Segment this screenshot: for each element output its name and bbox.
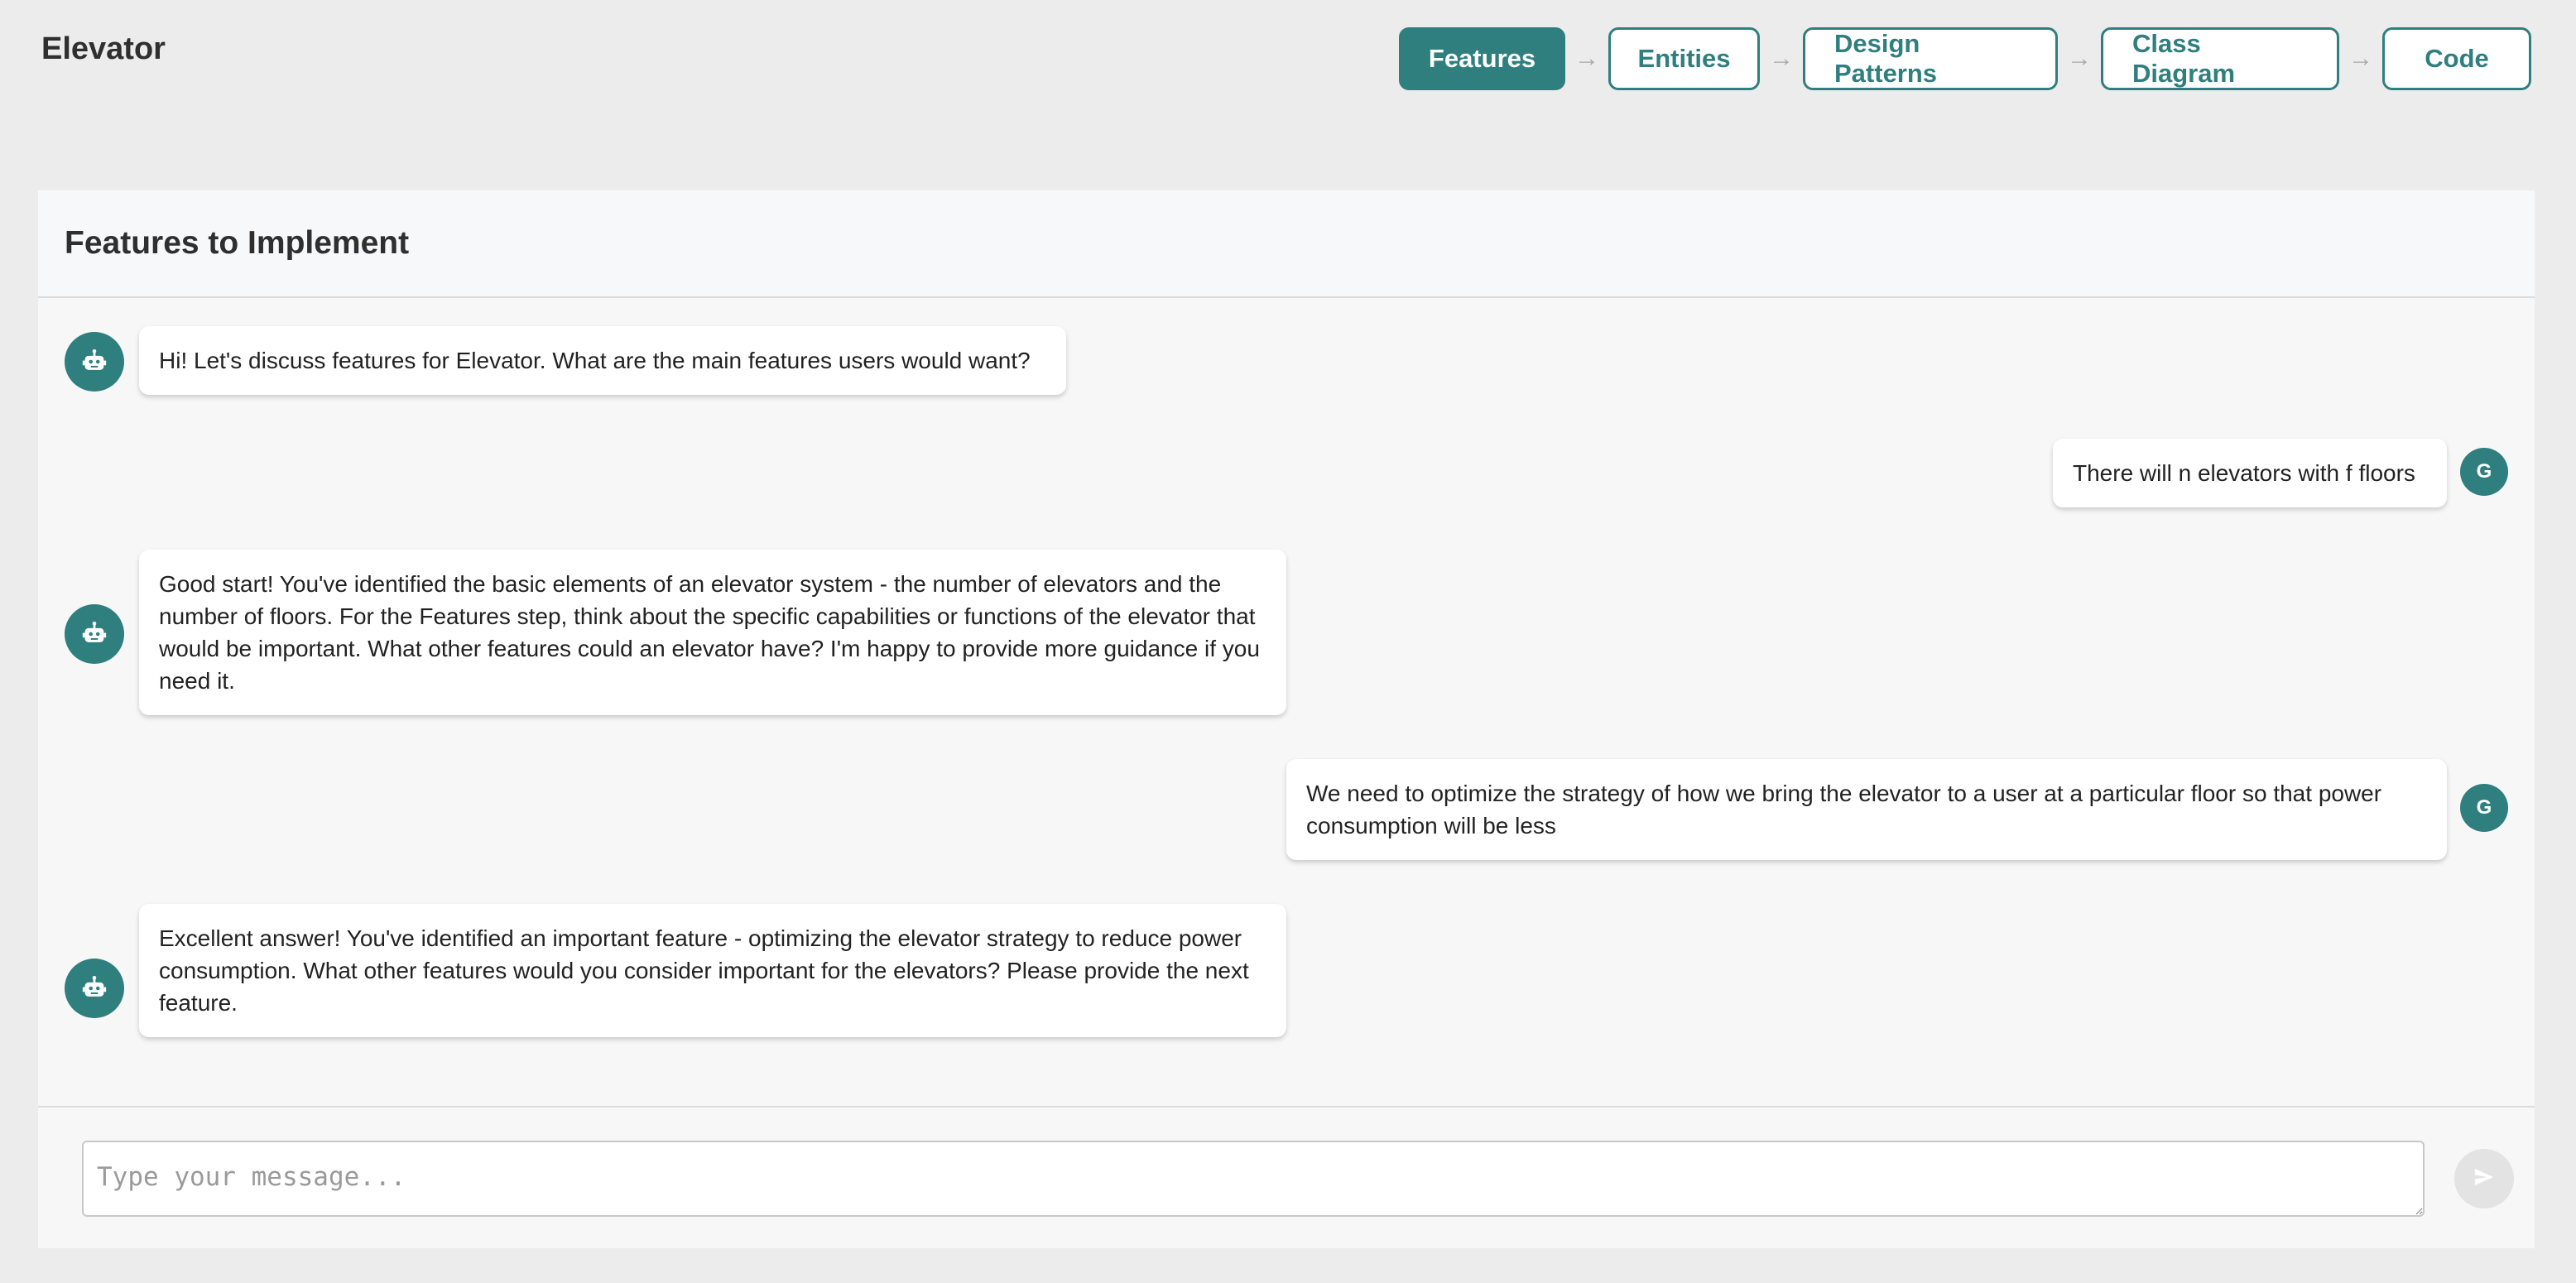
step-arrow-icon: → xyxy=(1769,45,1794,72)
bot-message: Excellent answer! You've identified an i… xyxy=(139,904,1286,1037)
bot-message: Hi! Let's discuss features for Elevator.… xyxy=(139,326,1066,395)
user-avatar: G xyxy=(2460,784,2508,832)
step-code[interactable]: Code xyxy=(2382,27,2531,90)
step-arrow-icon: → xyxy=(1574,45,1599,72)
robot-icon xyxy=(65,332,124,392)
app-title: Elevator xyxy=(41,31,166,66)
step-arrow-icon: → xyxy=(2348,45,2373,72)
step-navigation: Features → Entities → Design Patterns → … xyxy=(1399,27,2531,90)
step-design-patterns[interactable]: Design Patterns xyxy=(1803,27,2058,90)
robot-icon xyxy=(65,959,124,1018)
composer xyxy=(38,1108,2535,1247)
bot-message: Good start! You've identified the basic … xyxy=(139,550,1286,715)
message-input[interactable] xyxy=(82,1141,2425,1217)
user-message: We need to optimize the strategy of how … xyxy=(1286,759,2447,860)
panel-header: Features to Implement xyxy=(38,190,2535,298)
step-entities[interactable]: Entities xyxy=(1608,27,1760,90)
step-arrow-icon: → xyxy=(2067,45,2092,72)
step-features[interactable]: Features xyxy=(1399,27,1565,90)
send-button[interactable] xyxy=(2454,1149,2514,1209)
step-class-diagram[interactable]: Class Diagram xyxy=(2101,27,2339,90)
user-avatar: G xyxy=(2460,448,2508,496)
message-list[interactable]: Hi! Let's discuss features for Elevator.… xyxy=(38,298,2535,1108)
user-message: There will n elevators with f floors xyxy=(2053,439,2447,507)
panel-title: Features to Implement xyxy=(65,225,410,261)
send-icon xyxy=(2472,1165,2497,1194)
header: Elevator Features → Entities → Design Pa… xyxy=(0,0,2576,124)
robot-icon xyxy=(65,604,124,664)
chat-panel: Features to Implement Hi! Let's discuss … xyxy=(38,190,2535,1248)
